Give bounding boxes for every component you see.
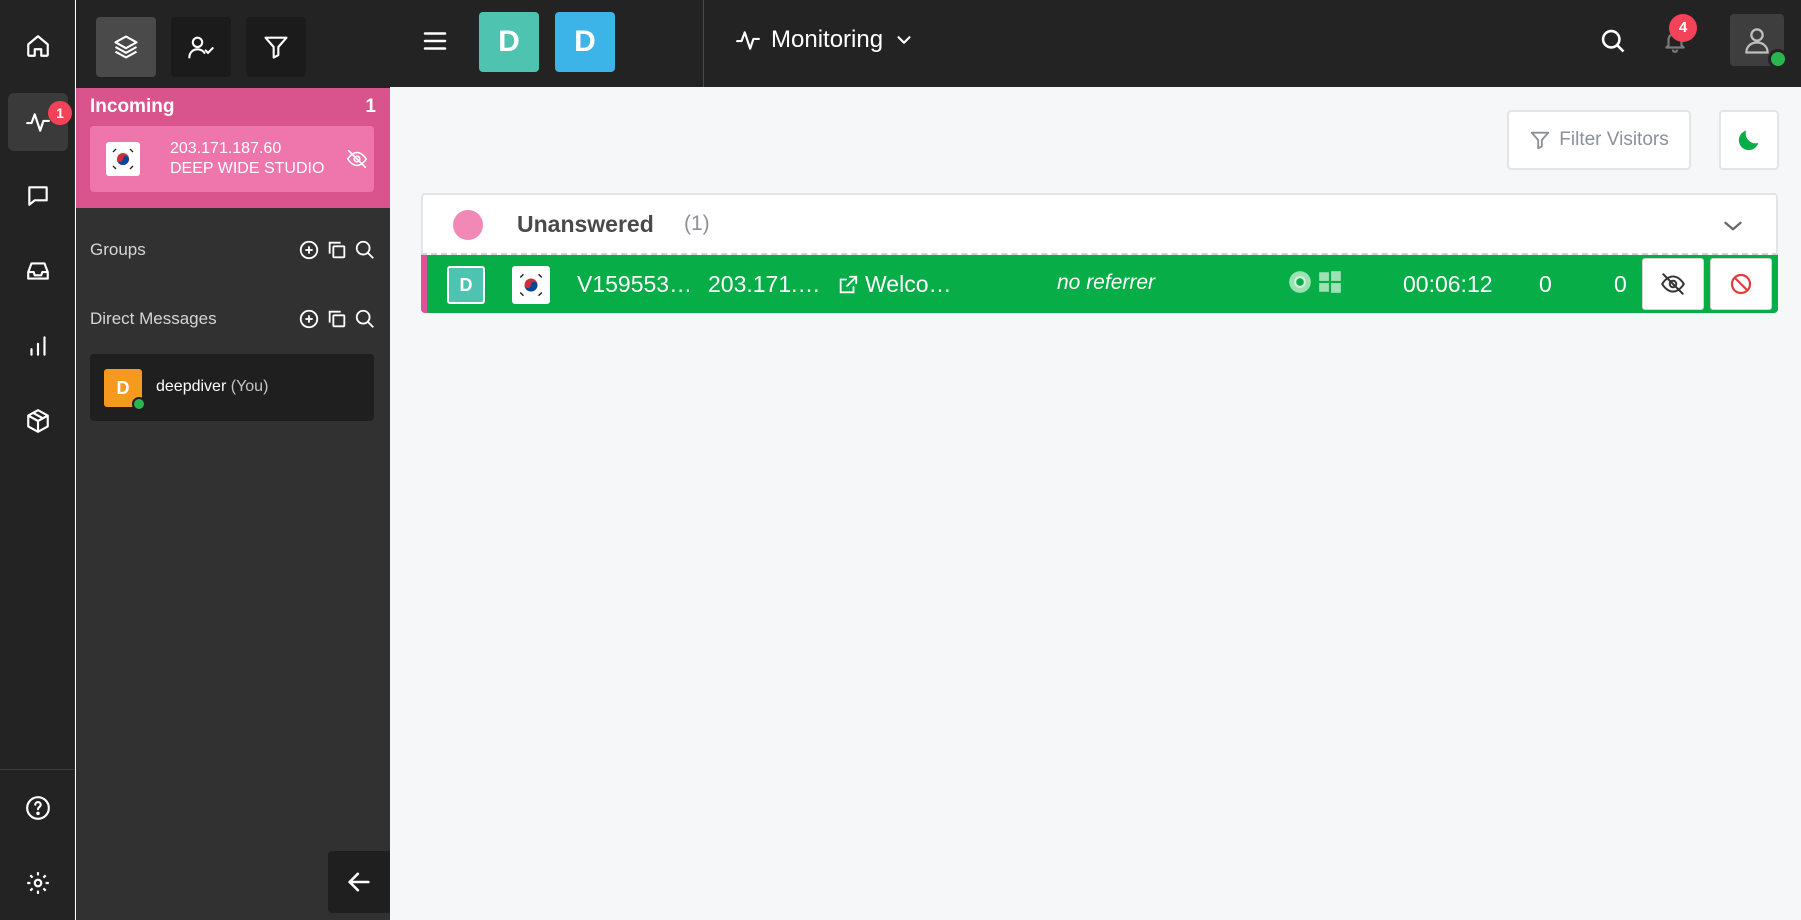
home-icon <box>25 33 51 59</box>
ban-visitor-button[interactable] <box>1710 258 1772 310</box>
visitor-stat-2: 0 <box>1614 271 1627 297</box>
top-bar: D D Monitoring 4 <box>390 0 1801 87</box>
rail-help[interactable] <box>8 779 68 837</box>
filter-visitors-label: Filter Visitors <box>1559 129 1669 150</box>
incoming-visitor-card[interactable]: 203.171.187.60 DEEP WIDE STUDIO <box>90 126 374 192</box>
topbar-divider <box>703 0 704 87</box>
visitor-referrer: no referrer <box>1057 271 1156 294</box>
chevron-down-icon[interactable] <box>1720 213 1746 239</box>
visitor-platform <box>1287 269 1343 295</box>
hide-visitor-button[interactable] <box>1642 258 1704 310</box>
groups-label: Groups <box>90 240 146 259</box>
rail-packages[interactable] <box>8 392 68 450</box>
add-dm-icon[interactable] <box>298 308 320 330</box>
activity-icon <box>735 27 761 53</box>
filter-icon <box>262 33 290 61</box>
chrome-icon <box>1287 269 1313 295</box>
rail-monitoring[interactable]: 1 <box>8 93 72 151</box>
rail-home[interactable] <box>8 17 68 75</box>
ban-icon <box>1729 272 1753 296</box>
filter-visitors-button[interactable]: Filter Visitors <box>1507 110 1691 170</box>
rail-inbox[interactable] <box>8 242 68 300</box>
eye-off-icon[interactable] <box>346 148 368 170</box>
incoming-count: 1 <box>365 96 376 117</box>
layers-icon <box>112 33 140 61</box>
rail-divider <box>0 769 75 770</box>
notification-badge: 4 <box>1669 14 1697 42</box>
settings-icon <box>25 870 51 896</box>
user-online-indicator <box>1768 49 1788 69</box>
direct-messages-label: Direct Messages <box>90 309 217 328</box>
workspace-button-1[interactable]: D <box>479 12 539 72</box>
south-korea-flag-icon <box>106 142 140 176</box>
chat-icon <box>25 183 51 209</box>
status-indicator <box>453 210 483 240</box>
monitoring-badge: 1 <box>48 101 72 125</box>
sidebar-toolbar <box>76 0 390 88</box>
dm-item-deepdiver[interactable]: D deepdiver (You) <box>90 354 374 421</box>
visitor-duration: 00:06:12 <box>1403 271 1493 297</box>
section-dropdown[interactable]: Monitoring <box>735 26 915 54</box>
search-dm-icon[interactable] <box>354 308 376 330</box>
rail-statistics[interactable] <box>8 317 68 375</box>
chevron-down-icon <box>893 29 915 51</box>
copy-dm-icon[interactable] <box>326 308 348 330</box>
dark-mode-toggle[interactable] <box>1719 110 1779 170</box>
search-groups-icon[interactable] <box>354 239 376 261</box>
user-check-button[interactable] <box>171 17 231 77</box>
filter-icon <box>1529 129 1551 151</box>
user-icon <box>1742 25 1772 55</box>
incoming-section: Incoming 1 203.171.187.60 DEEP WIDE STUD… <box>76 88 390 208</box>
windows-icon <box>1317 269 1343 295</box>
visitor-id: V159553… <box>577 271 693 297</box>
user-check-icon <box>187 33 215 61</box>
direct-messages-actions <box>298 308 376 330</box>
panel-title: Unanswered <box>517 211 654 237</box>
dm-you-suffix: (You) <box>230 378 269 395</box>
unanswered-panel: Unanswered (1) D V159553… 203.171.… Welc… <box>421 193 1778 401</box>
layers-button[interactable] <box>96 17 156 77</box>
dm-item-name: deepdiver (You) <box>156 378 268 396</box>
external-link-icon <box>837 274 859 296</box>
rail-chat[interactable] <box>8 167 68 225</box>
arrow-left-icon <box>345 868 373 896</box>
workspace-button-2[interactable]: D <box>555 12 615 72</box>
visitor-stat-1: 0 <box>1539 271 1552 297</box>
collapse-sidebar-button[interactable] <box>328 851 390 913</box>
visitor-avatar: D <box>447 266 485 304</box>
visitor-page-title: Welco… <box>865 271 952 297</box>
main-content: Filter Visitors Unanswered (1) D V159553… <box>390 87 1801 920</box>
stats-icon <box>25 333 51 359</box>
south-korea-flag-icon <box>512 266 550 304</box>
incoming-title: Incoming <box>90 96 175 117</box>
incoming-visitor-company: DEEP WIDE STUDIO <box>170 160 325 177</box>
main-rail: 1 <box>0 0 75 920</box>
secondary-sidebar: Incoming 1 203.171.187.60 DEEP WIDE STUD… <box>76 0 390 920</box>
section-title: Monitoring <box>771 26 884 53</box>
visitor-ip: 203.171.… <box>708 271 821 297</box>
package-icon <box>25 408 51 434</box>
help-icon <box>25 795 51 821</box>
add-group-icon[interactable] <box>298 239 320 261</box>
panel-count: (1) <box>684 212 710 235</box>
moon-icon <box>1735 126 1763 154</box>
unanswered-panel-header[interactable]: Unanswered (1) <box>421 193 1778 255</box>
eye-off-icon <box>1660 271 1686 297</box>
online-indicator <box>132 397 146 411</box>
dm-username: deepdiver <box>156 378 227 395</box>
groups-actions <box>298 239 376 261</box>
table-row[interactable]: D V159553… 203.171.… Welco… no referrer <box>421 255 1778 313</box>
rail-settings[interactable] <box>8 854 68 912</box>
copy-group-icon[interactable] <box>326 239 348 261</box>
filter-button[interactable] <box>246 17 306 77</box>
menu-icon[interactable] <box>420 26 450 56</box>
search-icon[interactable] <box>1599 27 1627 55</box>
visitor-page[interactable]: Welco… <box>837 271 952 298</box>
incoming-visitor-ip: 203.171.187.60 <box>170 140 282 157</box>
inbox-icon <box>25 258 51 284</box>
